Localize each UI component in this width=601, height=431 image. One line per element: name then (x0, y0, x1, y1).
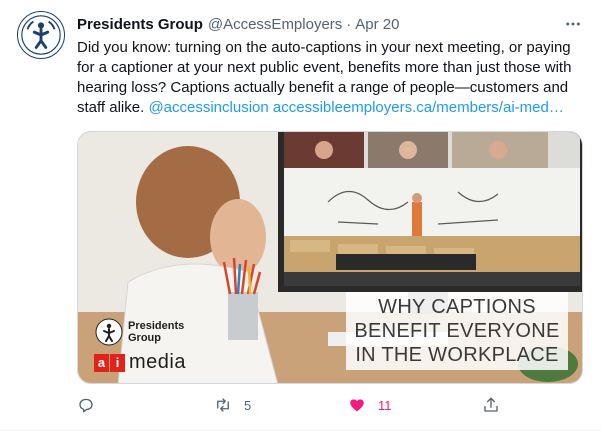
tweet-actions: 5 11 (77, 396, 500, 418)
like-count: 11 (378, 397, 392, 413)
ai-media-word: media (129, 351, 186, 373)
share-button[interactable] (482, 396, 500, 414)
media-title-line: WHY CAPTIONS (378, 296, 536, 318)
media-title-line: BENEFIT EVERYONE (354, 320, 560, 342)
presidents-group-watermark: Presidents Group (94, 317, 184, 347)
separator-dot: · (346, 15, 352, 33)
reply-button[interactable] (77, 396, 95, 414)
ai-letter-i: i (110, 353, 125, 372)
author-handle[interactable]: @AccessEmployers (208, 16, 342, 33)
heart-filled-icon (350, 399, 364, 412)
tweet-header: Presidents Group @AccessEmployers · Apr … (77, 14, 400, 34)
logo-text-line: Presidents (128, 320, 185, 332)
ai-letter-a: a (94, 353, 109, 372)
reply-icon (79, 398, 93, 413)
like-button[interactable]: 11 (348, 396, 392, 414)
presidents-group-logo-icon (21, 15, 61, 55)
share-icon (484, 397, 498, 412)
retweet-button[interactable]: 5 (214, 396, 251, 414)
url-link[interactable]: accessibleemployers.ca/members/ai-med… (273, 99, 564, 116)
author-name[interactable]: Presidents Group (77, 16, 203, 33)
ai-media-logo: a i media (94, 351, 186, 374)
media-title-overlay: WHY CAPTIONS BENEFIT EVERYONE IN THE WOR… (346, 292, 568, 370)
media-title-line: IN THE WORKPLACE (355, 344, 559, 366)
logo-text-line: Group (128, 332, 161, 344)
more-options-button[interactable] (562, 13, 584, 35)
tweet-media-image[interactable]: WHY CAPTIONS BENEFIT EVERYONE IN THE WOR… (77, 131, 583, 384)
presidents-group-mark-icon (95, 318, 123, 346)
mention-link[interactable]: @accessinclusion (148, 99, 268, 116)
avatar[interactable] (17, 11, 65, 59)
tweet[interactable]: Presidents Group @AccessEmployers · Apr … (0, 0, 601, 431)
retweet-icon (217, 398, 229, 412)
retweet-count: 5 (244, 397, 252, 413)
more-horizontal-icon (566, 22, 580, 26)
tweet-date[interactable]: Apr 20 (355, 16, 399, 33)
tweet-text: Did you know: turning on the auto-captio… (77, 38, 582, 118)
